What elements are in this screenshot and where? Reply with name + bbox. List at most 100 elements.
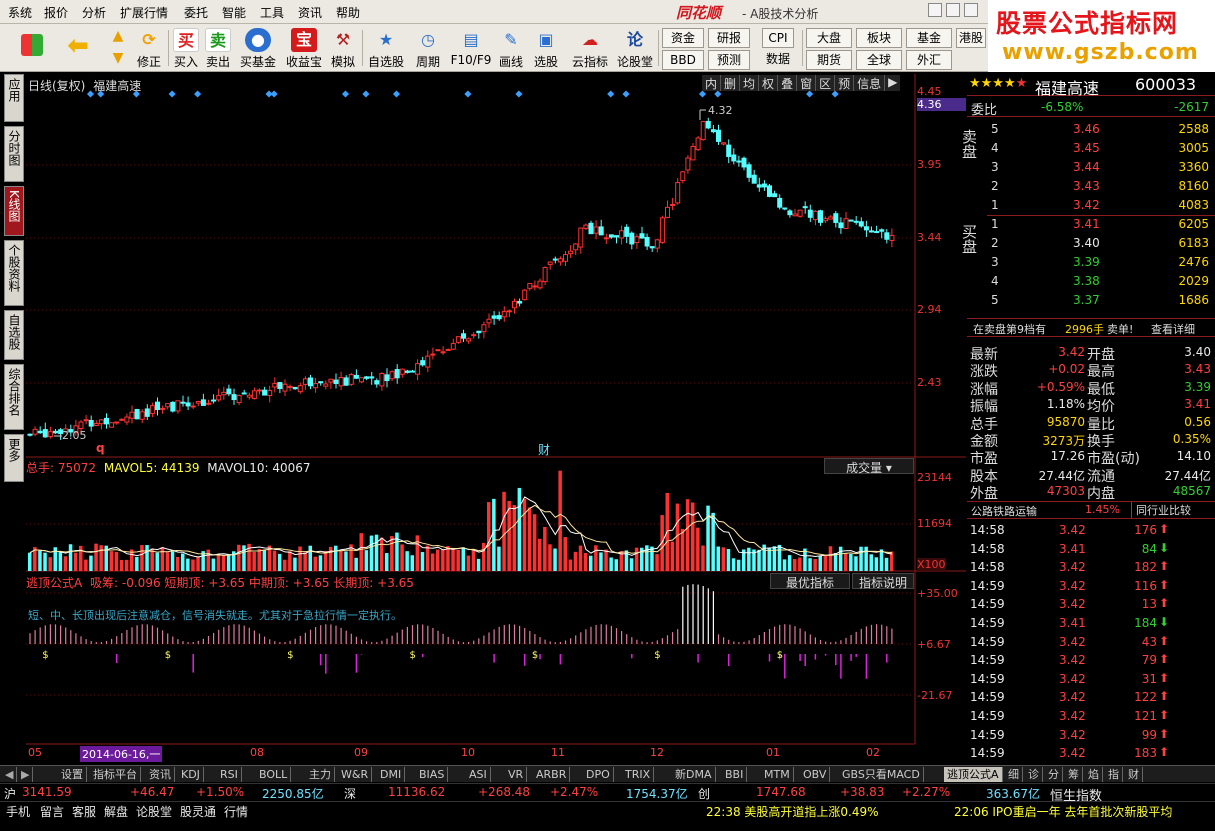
tab-indicator[interactable]: 细 [1005, 767, 1023, 782]
tab-indicator[interactable]: 指 [1105, 767, 1123, 782]
tab-indicator[interactable]: 诊 [1025, 767, 1043, 782]
view-detail-link[interactable]: 查看详细 [1151, 321, 1195, 337]
tab-scroll-left-icon[interactable]: ◀ [2, 767, 18, 782]
futures-button[interactable]: 期货 [806, 50, 852, 70]
tab-indicator[interactable]: TRIX [622, 767, 655, 782]
menu-quote[interactable]: 报价 [44, 4, 68, 21]
hk-stock-button[interactable]: 港股 [956, 28, 986, 48]
tool-info[interactable]: 信息 [854, 75, 886, 91]
tab-more[interactable]: 更多 [4, 434, 24, 482]
status-stocklink[interactable]: 股灵通 [180, 803, 216, 820]
forex-button[interactable]: 外汇 [906, 50, 952, 70]
tool-forecast[interactable]: 预 [835, 75, 855, 91]
sell-level-4[interactable]: 4 3.45 3005 [987, 139, 1215, 158]
f10-button[interactable]: ▤ F10/F9 [450, 26, 492, 70]
tab-indicator[interactable]: GBS只看MACD [839, 767, 924, 782]
buy-level-5[interactable]: 5 3.37 1686 [987, 291, 1215, 310]
tab-indicator[interactable]: ARBR [533, 767, 571, 782]
tab-kline[interactable]: K线图 [4, 186, 24, 236]
minimize-button[interactable] [928, 3, 942, 17]
data-button[interactable]: CPI 数据 [760, 26, 796, 70]
period-button[interactable]: ◷ 周期 [410, 26, 446, 70]
tab-indicator[interactable]: MTM [761, 767, 794, 782]
back-button[interactable]: ⬅ [58, 26, 98, 70]
market-button[interactable]: 大盘 [806, 28, 852, 48]
tool-range[interactable]: 区 [816, 75, 836, 91]
menu-trade[interactable]: 委托 [184, 4, 208, 21]
tab-indicator[interactable]: RSI [217, 767, 242, 782]
tab-indicator[interactable]: 新DMA [672, 767, 716, 782]
sell-level-2[interactable]: 2 3.43 8160 [987, 177, 1215, 196]
tab-apps[interactable]: 应用 [4, 74, 24, 122]
menu-help[interactable]: 帮助 [336, 4, 360, 21]
tab-timeshare[interactable]: 分时图 [4, 126, 24, 182]
buy-button[interactable]: 买 买入 [172, 26, 200, 70]
menu-extended[interactable]: 扩展行情 [120, 4, 168, 21]
tool-overlay[interactable]: 叠 [778, 75, 798, 91]
indicator-help-button[interactable]: 指标说明 [852, 573, 914, 590]
sell-button[interactable]: 卖 卖出 [204, 26, 232, 70]
industry-compare-button[interactable]: 同行业比较 [1131, 502, 1191, 518]
forum-button[interactable]: 论 论股堂 [614, 26, 656, 70]
bbd-button[interactable]: BBD [662, 50, 704, 70]
finance-marker[interactable]: 财 [538, 441, 550, 458]
tab-watchlist[interactable]: 自选股 [4, 310, 24, 360]
best-indicator-button[interactable]: 最优指标 [770, 573, 850, 590]
tool-average[interactable]: 均 [740, 75, 760, 91]
layout-button[interactable] [14, 26, 50, 70]
menu-system[interactable]: 系统 [8, 4, 32, 21]
maximize-button[interactable] [946, 3, 960, 17]
research-button[interactable]: 研报 [708, 28, 750, 48]
stock-picker-button[interactable]: ▣ 选股 [530, 26, 562, 70]
news-item[interactable]: 22:38 美股高开道指上涨0.49% [706, 803, 879, 820]
tab-indicator[interactable]: KDJ [178, 767, 204, 782]
tab-indicator[interactable]: BOLL [256, 767, 292, 782]
buy-level-4[interactable]: 4 3.38 2029 [987, 272, 1215, 291]
tool-window[interactable]: 窗 [797, 75, 817, 91]
status-quote[interactable]: 行情 [224, 803, 248, 820]
fix-button[interactable]: ⟳ 修正 [134, 26, 164, 70]
sell-level-1[interactable]: 1 3.42 4083 [987, 196, 1215, 216]
sell-level-5[interactable]: 5 3.46 2588 [987, 120, 1215, 139]
menu-smart[interactable]: 智能 [222, 4, 246, 21]
tab-indicator[interactable]: OBV [800, 767, 831, 782]
tab-indicator[interactable]: VR [505, 767, 528, 782]
tab-indicator[interactable]: W&R [338, 767, 373, 782]
global-button[interactable]: 全球 [856, 50, 902, 70]
tab-indicator[interactable]: 焰 [1085, 767, 1103, 782]
tool-rights[interactable]: 权 [759, 75, 779, 91]
tab-indicator[interactable]: BBI [722, 767, 748, 782]
tab-scroll-right-icon[interactable]: ▶ [18, 767, 34, 782]
tab-indicator[interactable]: DMI [377, 767, 406, 782]
tab-indicator[interactable]: 指标平台 [90, 767, 141, 782]
menu-analysis[interactable]: 分析 [82, 4, 106, 21]
tab-indicator[interactable]: 资讯 [146, 767, 175, 782]
tab-indicator[interactable]: ASI [466, 767, 491, 782]
big-order-notice[interactable]: 在卖盘第9档有 2996手 卖单! 查看详细 [967, 318, 1215, 337]
tab-indicator[interactable]: DPO [583, 767, 614, 782]
fund-button[interactable]: 基金 [906, 28, 952, 48]
tab-ranking[interactable]: 综合排名 [4, 364, 24, 430]
status-commentary[interactable]: 解盘 [104, 803, 128, 820]
buy-fund-button[interactable]: ● 买基金 [236, 26, 280, 70]
tab-indicator[interactable]: 逃顶公式A [944, 767, 1003, 782]
buy-level-1[interactable]: 1 3.41 6205 [987, 215, 1215, 234]
cloud-indicator-button[interactable]: ☁ 云指标 [570, 26, 610, 70]
status-service[interactable]: 客服 [72, 803, 96, 820]
buy-level-2[interactable]: 2 3.40 6183 [987, 234, 1215, 253]
tab-stock-info[interactable]: 个股资料 [4, 240, 24, 306]
tab-indicator[interactable]: 财 [1125, 767, 1143, 782]
close-button[interactable] [964, 3, 978, 17]
menu-info[interactable]: 资讯 [298, 4, 322, 21]
sector-button[interactable]: 板块 [856, 28, 902, 48]
tool-delete[interactable]: 删 [721, 75, 741, 91]
draw-line-button[interactable]: ✎ 画线 [496, 26, 526, 70]
news-item[interactable]: 22:06 IPO重启一年 去年首批次新股平均 [954, 803, 1172, 820]
tab-indicator[interactable]: BIAS [416, 767, 449, 782]
watchlist-button[interactable]: ★ 自选股 [366, 26, 406, 70]
sell-level-3[interactable]: 3 3.44 3360 [987, 158, 1215, 177]
tab-indicator[interactable]: 设置 [58, 767, 87, 782]
fund-flow-button[interactable]: 资金 [662, 28, 704, 48]
status-message[interactable]: 留言 [40, 803, 64, 820]
page-updown-button[interactable]: ▲ ▼ [104, 26, 132, 70]
